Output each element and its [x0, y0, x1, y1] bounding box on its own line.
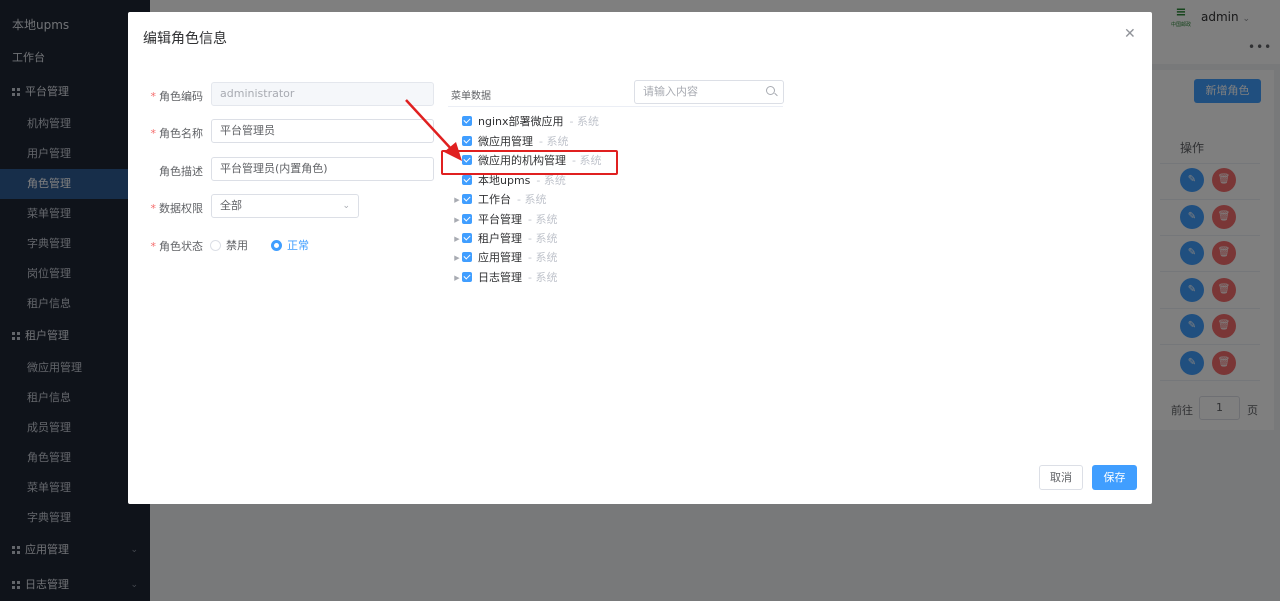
checkbox-checked-icon[interactable] [462, 214, 472, 224]
caret-right-icon[interactable]: ▶ [452, 211, 462, 229]
checkbox-checked-icon[interactable] [462, 272, 472, 282]
caret-right-icon[interactable]: ▶ [452, 191, 462, 209]
role-name-label: * 角色名称 [150, 127, 204, 140]
caret-right-icon[interactable]: ▶ [452, 230, 462, 248]
search-icon [766, 86, 775, 95]
data-scope-select[interactable]: 全部 ⌄ [211, 194, 359, 218]
status-disabled-radio[interactable]: 禁用 [210, 237, 248, 253]
radio-icon [210, 240, 221, 251]
tree-node[interactable]: ▶ 日志管理 - 系统 [452, 269, 557, 287]
cancel-button[interactable]: 取消 [1039, 465, 1083, 490]
role-code-label: * 角色编码 [150, 90, 204, 103]
checkbox-checked-icon[interactable] [462, 233, 472, 243]
tree-node[interactable]: nginx部署微应用 - 系统 [452, 113, 599, 131]
tree-node[interactable]: ▶ 工作台 - 系统 [452, 191, 546, 209]
tree-node[interactable]: ▶ 租户管理 - 系统 [452, 230, 557, 248]
close-icon[interactable]: ✕ [1124, 26, 1136, 42]
chevron-down-icon: ⌄ [342, 201, 350, 211]
tree-node[interactable]: ▶ 应用管理 - 系统 [452, 249, 557, 267]
data-scope-label: * 数据权限 [150, 202, 204, 215]
annotation-arrow-icon [405, 99, 462, 161]
role-status-label: * 角色状态 [150, 240, 204, 253]
radio-checked-icon [271, 240, 282, 251]
tree-node[interactable]: ▶ 平台管理 - 系统 [452, 211, 557, 229]
checkbox-checked-icon[interactable] [462, 194, 472, 204]
tree-divider [448, 106, 783, 107]
caret-right-icon[interactable]: ▶ [452, 249, 462, 267]
save-button[interactable]: 保存 [1092, 465, 1137, 490]
caret-right-icon[interactable]: ▶ [452, 269, 462, 287]
edit-role-dialog: 编辑角色信息 ✕ * 角色编码 administrator * 角色名称 平台管理员… [128, 12, 1152, 504]
dialog-title: 编辑角色信息 [143, 31, 227, 47]
status-normal-radio[interactable]: 正常 [271, 237, 309, 253]
tree-search-input[interactable]: 请输入内容 [634, 80, 784, 104]
data-scope-value: 全部 [220, 199, 242, 212]
role-desc-label: 角色描述 [159, 165, 203, 178]
checkbox-checked-icon[interactable] [462, 175, 472, 185]
checkbox-checked-icon[interactable] [462, 252, 472, 262]
